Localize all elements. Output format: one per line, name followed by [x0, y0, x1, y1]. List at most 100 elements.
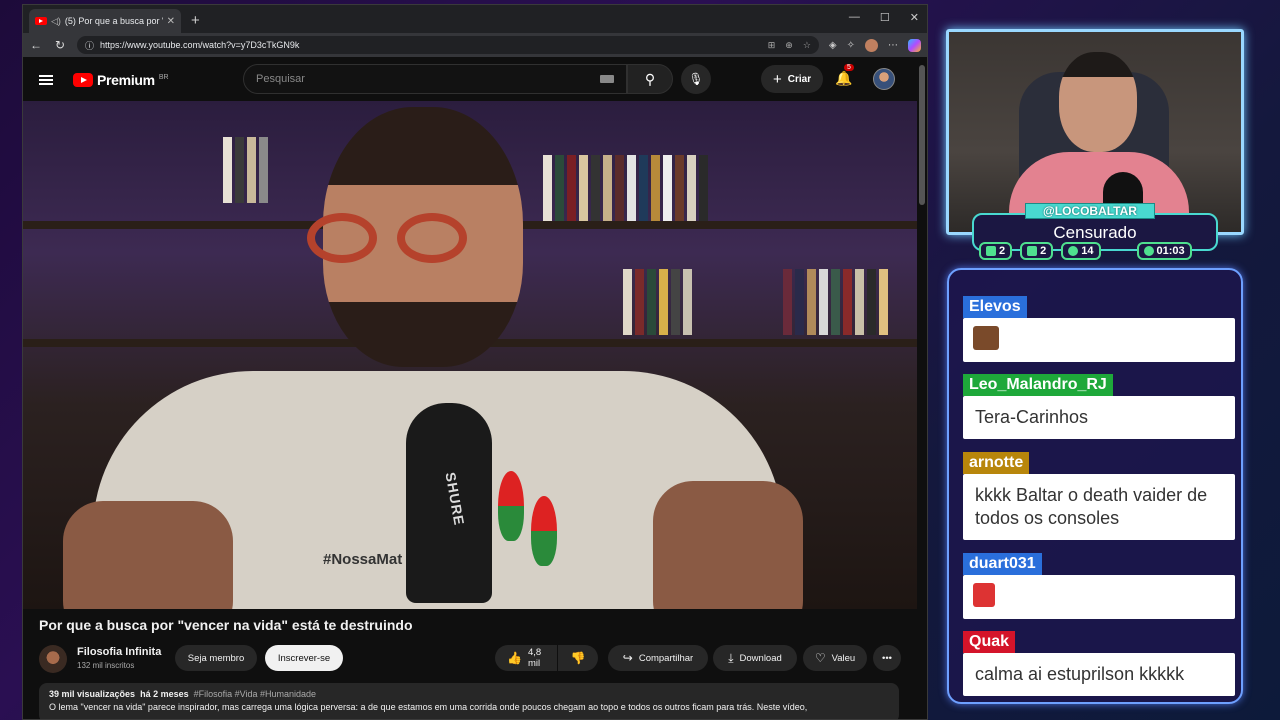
shirt-text: #NossaMat [323, 551, 403, 568]
info-icon[interactable]: ⓘ [85, 39, 94, 52]
new-tab-icon[interactable]: + [191, 12, 200, 29]
apps-icon[interactable]: ⊞ [768, 40, 776, 51]
subscribe-button[interactable]: Inscrever-se [265, 645, 343, 671]
thanks-button[interactable]: ♡ Valeu [803, 645, 867, 671]
country-code: BR [158, 74, 169, 81]
more-menu-icon[interactable]: ⋯ [888, 40, 898, 51]
more-actions-button[interactable]: ••• [873, 645, 901, 671]
search-input[interactable]: Pesquisar [243, 64, 627, 94]
bell-icon: 🔔 [835, 70, 853, 86]
join-button[interactable]: Seja membro [175, 645, 257, 671]
create-label: Criar [787, 73, 812, 85]
share-icon: ↪ [622, 651, 633, 665]
timer-value: 01:03 [1156, 245, 1185, 257]
chat-text: kkkk Baltar o death vaider de todos os c… [963, 474, 1235, 540]
url-text: https://www.youtube.com/watch?v=y7D3cTkG… [100, 40, 300, 50]
streamer-head [1059, 52, 1137, 152]
chat-username: duart031 [963, 553, 1042, 575]
maximize-icon[interactable]: ☐ [880, 11, 890, 24]
close-tab-icon[interactable]: ✕ [167, 16, 175, 27]
kick-icon [1068, 246, 1079, 256]
presenter-glasses [307, 213, 507, 263]
microphone-icon: 🎙 [688, 72, 704, 86]
youtube-header: Premium BR Pesquisar ⚲ 🎙 + Criar 🔔 5 [23, 57, 927, 103]
download-icon: ⤓ [728, 650, 734, 665]
youtube-count: 2 [1040, 245, 1047, 257]
search-icon: ⚲ [644, 70, 656, 87]
chat-message: Leo_Malandro_RJ Tera-Carinhos [963, 374, 1235, 439]
keyboard-icon[interactable] [600, 75, 614, 83]
video-title: Por que a busca por "vencer na vida" est… [39, 617, 413, 633]
like-count: 4,8 mil [527, 647, 542, 669]
zoom-icon[interactable]: ⊕ [785, 40, 793, 51]
hashtags[interactable]: #Filosofia #Vida #Humanidade [194, 689, 316, 699]
logo-text: Premium [97, 72, 155, 88]
notification-badge: 5 [844, 64, 854, 71]
chat-message: duart031 [963, 553, 1235, 619]
speaker-icon[interactable]: ◁) [51, 16, 61, 27]
search-button[interactable]: ⚲ [627, 64, 673, 94]
parrot-graphic [498, 471, 524, 541]
voice-search-button[interactable]: 🎙 [681, 64, 711, 94]
presenter-arm [63, 501, 233, 609]
back-icon[interactable]: ← [29, 38, 43, 52]
share-label: Compartilhar [638, 652, 694, 664]
thumbs-down-icon: 👎 [570, 651, 586, 665]
account-avatar[interactable] [873, 68, 895, 90]
youtube-icon [1027, 246, 1038, 256]
books [543, 155, 708, 221]
subscribe-label: Inscrever-se [277, 652, 331, 664]
menu-icon[interactable] [39, 75, 53, 85]
chat-message: arnotte kkkk Baltar o death vaider de to… [963, 452, 1235, 540]
emote-icon [973, 583, 995, 608]
books [623, 269, 692, 335]
tab-title: (5) Por que a busca por "vencer [64, 16, 163, 26]
join-label: Seja membro [187, 652, 245, 664]
dislike-button[interactable]: 👎 [558, 645, 598, 671]
download-label: Download [739, 652, 782, 664]
copilot-icon[interactable] [908, 38, 921, 52]
create-button[interactable]: + Criar [761, 65, 824, 93]
youtube-play-icon [73, 73, 93, 87]
youtube-logo[interactable]: Premium BR [73, 72, 169, 88]
search-placeholder: Pesquisar [256, 73, 305, 85]
clock-icon [1143, 246, 1154, 256]
extension-icon[interactable]: ◈ [829, 40, 837, 51]
like-button[interactable]: 👍 4,8 mil [495, 645, 557, 671]
streamer-handle: @LOCOBALTAR [1025, 203, 1155, 219]
description-meta: 39 mil visualizações há 2 meses #Filosof… [49, 689, 889, 699]
chat-text: calma ai estuprilson kkkkk [963, 653, 1235, 696]
stream-stats: 2 2 14 01:03 [979, 242, 1192, 260]
refresh-icon[interactable]: ↻ [53, 38, 67, 52]
kick-stat: 14 [1061, 242, 1101, 260]
chat-username: Quak [963, 631, 1016, 653]
video-player[interactable]: #NossaMat SHURE [23, 101, 917, 609]
chat-message: Elevos [963, 296, 1235, 362]
extensions-bar: ◈ ✧ ⋯ [829, 38, 921, 52]
chat-bubble [963, 318, 1235, 362]
tab-bar: ◁) (5) Por que a busca por "vencer ✕ + —… [23, 5, 927, 33]
youtube-stat: 2 [1020, 242, 1054, 260]
puzzle-icon[interactable]: ✧ [847, 40, 855, 51]
scrollbar[interactable] [919, 65, 925, 205]
minimize-icon[interactable]: — [849, 11, 860, 24]
twitch-stat: 2 [979, 242, 1013, 260]
notifications-button[interactable]: 🔔 5 [835, 64, 854, 87]
close-window-icon[interactable]: ✕ [910, 11, 919, 24]
channel-name[interactable]: Filosofia Infinita [77, 646, 161, 658]
browser-tab[interactable]: ◁) (5) Por que a busca por "vencer ✕ [29, 9, 181, 33]
chat-username: Elevos [963, 296, 1027, 318]
profile-icon[interactable] [865, 38, 878, 52]
chat-message: Quak calma ai estuprilson kkkkk [963, 631, 1235, 696]
download-button[interactable]: ⤓ Download [713, 645, 797, 671]
upload-age: há 2 meses [140, 689, 189, 699]
channel-row: Filosofia Infinita 132 mil inscritos Sej… [39, 641, 909, 677]
browser-window: ◁) (5) Por que a busca por "vencer ✕ + —… [22, 4, 928, 720]
status-text: Censurado [1053, 223, 1137, 242]
share-button[interactable]: ↪ Compartilhar [608, 645, 708, 671]
favorite-star-icon[interactable]: ☆ [803, 40, 811, 51]
chat-username: arnotte [963, 452, 1030, 474]
channel-avatar[interactable] [39, 645, 67, 673]
description-box[interactable]: 39 mil visualizações há 2 meses #Filosof… [39, 683, 899, 719]
url-field[interactable]: ⓘ https://www.youtube.com/watch?v=y7D3cT… [77, 36, 819, 54]
